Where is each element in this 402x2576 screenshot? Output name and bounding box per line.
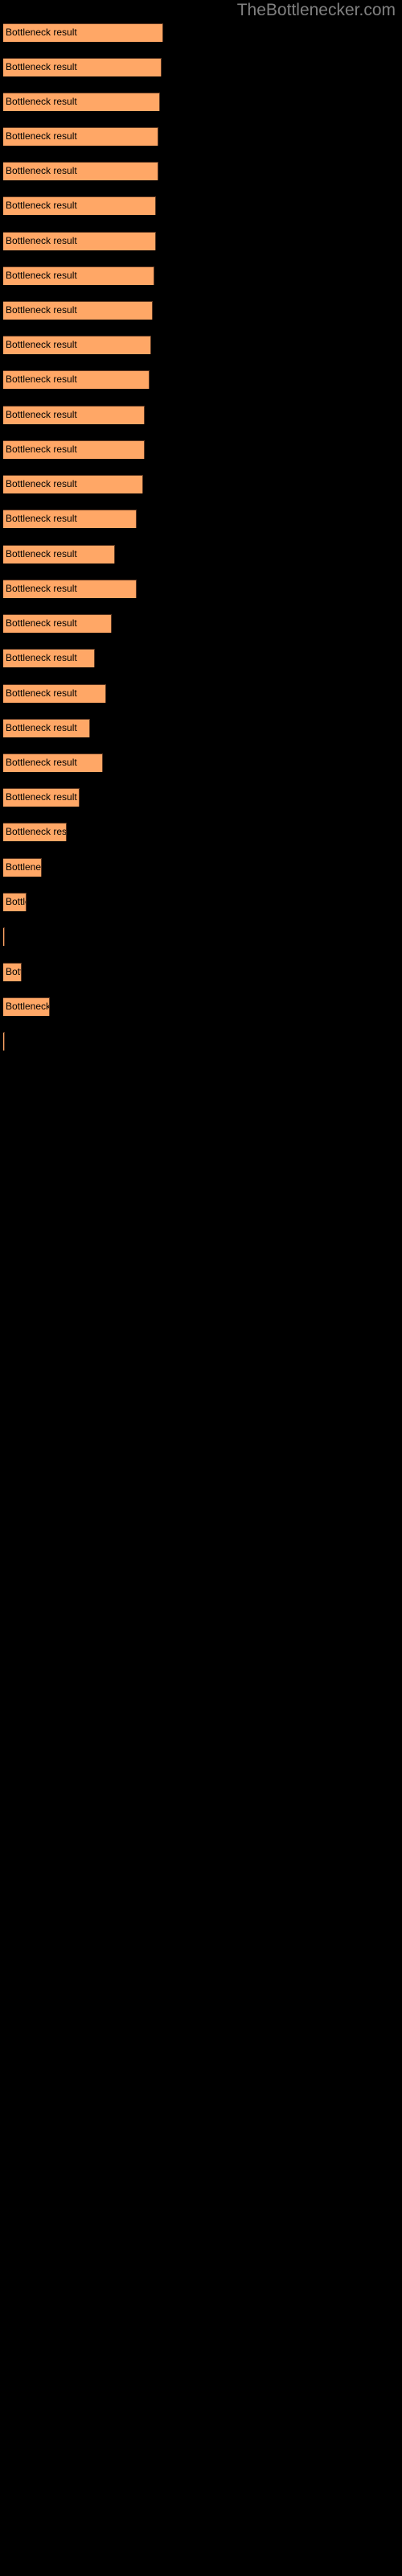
bar-label: Bottleneck result: [6, 130, 77, 142]
bar-label: Bottleneck result: [6, 583, 77, 594]
bar-label: Bottleneck result: [6, 652, 77, 663]
bar-label: Bottleneck result: [6, 548, 77, 559]
bottleneck-result-bar[interactable]: Bottleneck result: [3, 997, 50, 1016]
bar-label: Bottleneck result: [6, 966, 21, 977]
bar-label: Bottleneck result: [6, 374, 77, 385]
bottleneck-result-bar[interactable]: Bottleneck result: [3, 649, 95, 667]
bar-label: Bottleneck result: [6, 409, 77, 420]
bar-label: Bottleneck result: [6, 757, 77, 768]
bottleneck-result-bar[interactable]: Bottleneck result: [3, 580, 137, 598]
bottleneck-result-bar[interactable]: Bottleneck result: [3, 753, 103, 772]
bottleneck-result-bar[interactable]: Bottleneck result: [3, 719, 90, 737]
bottleneck-result-bar[interactable]: Bottleneck result: [3, 684, 106, 703]
bar-label: Bottleneck result: [6, 304, 77, 316]
bar-label: Bottleneck result: [6, 513, 77, 524]
bottleneck-result-bar[interactable]: Bottleneck result: [3, 823, 67, 841]
bottleneck-result-bar[interactable]: Bottleneck result: [3, 893, 27, 911]
bottleneck-result-bar[interactable]: Bottleneck result: [3, 370, 150, 389]
bottleneck-result-bar[interactable]: Bottleneck result: [3, 545, 115, 564]
bottleneck-result-bar[interactable]: Bottleneck result: [3, 1032, 5, 1051]
bottleneck-result-bar[interactable]: Bottleneck result: [3, 858, 42, 877]
bar-label: Bottleneck result: [6, 826, 67, 837]
bottleneck-result-bar[interactable]: Bottleneck result: [3, 301, 153, 320]
bottleneck-result-bar[interactable]: Bottleneck result: [3, 162, 158, 180]
bottleneck-result-bar[interactable]: Bottleneck result: [3, 232, 156, 250]
bottleneck-result-bar[interactable]: Bottleneck result: [3, 440, 145, 459]
bar-label: Bottleneck result: [6, 200, 77, 211]
bottleneck-result-bar[interactable]: Bottleneck result: [3, 58, 162, 76]
bottleneck-result-bar[interactable]: Bottleneck result: [3, 475, 143, 493]
bar-label: Bottleneck result: [6, 478, 77, 489]
bar-label: Bottleneck result: [6, 339, 77, 350]
bottleneck-result-bar[interactable]: Bottleneck result: [3, 336, 151, 354]
bar-label: Bottleneck result: [6, 444, 77, 455]
bar-label: Bottleneck result: [6, 687, 77, 699]
bottleneck-result-bar[interactable]: Bottleneck result: [3, 196, 156, 215]
bottleneck-result-bar[interactable]: Bottleneck result: [3, 127, 158, 146]
bar-label: Bottleneck result: [6, 61, 77, 72]
bar-label: Bottleneck result: [6, 896, 26, 907]
bar-label: Bottleneck result: [6, 722, 77, 733]
bottleneck-result-bar[interactable]: Bottleneck result: [3, 614, 112, 633]
bottleneck-result-bar[interactable]: Bottleneck result: [3, 266, 154, 285]
bottleneck-result-bar[interactable]: Bottleneck result: [3, 93, 160, 111]
bottleneck-result-bar[interactable]: Bottleneck result: [3, 23, 163, 42]
bottleneck-result-bar[interactable]: Bottleneck result: [3, 963, 22, 981]
bottleneck-result-bar[interactable]: Bottleneck result: [3, 927, 5, 946]
bar-label: Bottleneck result: [6, 27, 77, 38]
bottleneck-result-bar[interactable]: Bottleneck result: [3, 510, 137, 528]
bar-label: Bottleneck result: [6, 861, 42, 873]
bar-label: Bottleneck result: [6, 791, 77, 803]
bar-label: Bottleneck result: [6, 96, 77, 107]
bar-label: Bottleneck result: [6, 1001, 50, 1012]
bottleneck-result-bar[interactable]: Bottleneck result: [3, 788, 80, 807]
bottleneck-bar-chart: Bottleneck result Bottleneck result Bottle…: [0, 0, 402, 2576]
bar-label: Bottleneck result: [6, 235, 77, 246]
bar-label: Bottleneck result: [6, 165, 77, 176]
bottleneck-result-bar[interactable]: Bottleneck result: [3, 406, 145, 424]
bar-label: Bottleneck result: [6, 270, 77, 281]
bar-label: Bottleneck result: [6, 617, 77, 629]
